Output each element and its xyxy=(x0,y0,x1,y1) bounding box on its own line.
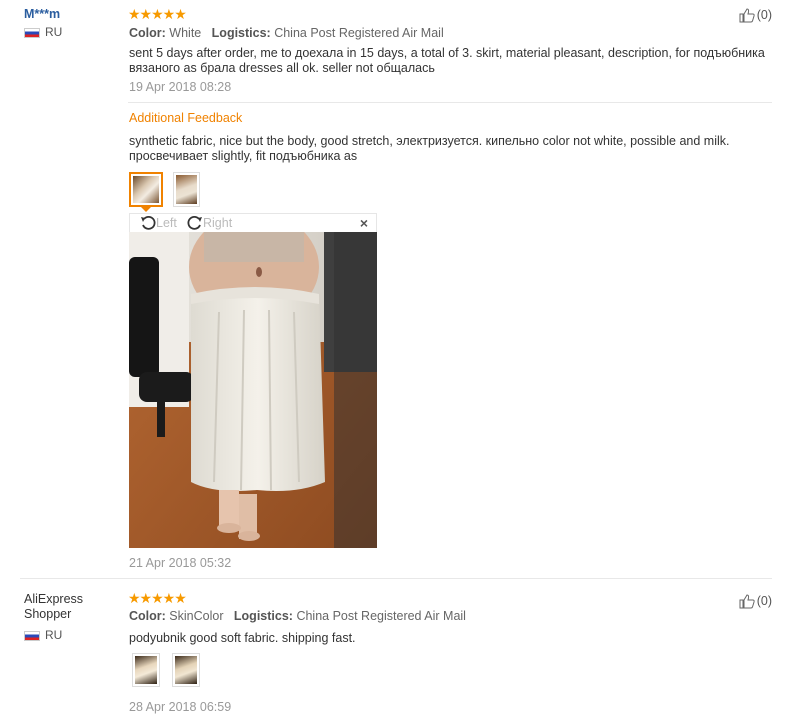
review-date: 28 Apr 2018 06:59 xyxy=(129,700,232,714)
review-meta: Color: SkinColor Logistics: China Post R… xyxy=(129,609,466,623)
review-text: sent 5 days after order, me to доехала i… xyxy=(129,46,765,75)
photo-thumbnail-image xyxy=(176,175,197,204)
color-value: SkinColor xyxy=(169,609,224,623)
country-code: RU xyxy=(45,25,63,39)
rotate-right-icon xyxy=(187,215,202,230)
reviewer-name-line-1: AliExpress xyxy=(24,592,84,606)
ru-flag-icon xyxy=(24,630,40,641)
helpful-count: (0) xyxy=(756,594,772,608)
close-viewer-button[interactable]: × xyxy=(360,215,368,231)
rotate-left-icon xyxy=(141,215,156,230)
helpful-button[interactable]: (0) xyxy=(739,593,772,609)
review-meta: Color: White Logistics: China Post Regis… xyxy=(129,26,444,40)
divider xyxy=(128,102,772,103)
reviewer-info: M***m RU xyxy=(24,7,62,40)
logistics-label: Logistics: xyxy=(211,26,271,40)
photo-thumbnail-image xyxy=(135,656,157,684)
color-label: Color: xyxy=(129,26,166,40)
review-photo-thumb-1[interactable] xyxy=(132,653,160,687)
reviewer-info: AliExpress Shopper RU xyxy=(24,592,83,643)
review-text: podyubnik good soft fabric. shipping fas… xyxy=(129,631,356,645)
reviewer-name-line-2: Shopper xyxy=(24,607,72,621)
review-photo-thumb-2[interactable] xyxy=(173,172,200,207)
country-code: RU xyxy=(45,628,63,642)
review-photo-image xyxy=(129,232,377,548)
ru-flag-icon xyxy=(24,27,40,38)
review-photo-enlarged xyxy=(129,232,377,548)
thumbs-up-icon xyxy=(739,8,755,23)
rotate-right-button[interactable]: Right xyxy=(187,215,232,231)
logistics-value: China Post Registered Air Mail xyxy=(296,609,466,623)
reviewer-country: RU xyxy=(24,25,62,40)
color-value: White xyxy=(169,26,202,40)
helpful-count: (0) xyxy=(756,8,772,22)
photo-thumbnail-image xyxy=(133,176,159,203)
logistics-label: Logistics: xyxy=(233,609,293,623)
review-date: 19 Apr 2018 08:28 xyxy=(129,80,232,94)
additional-feedback-date: 21 Apr 2018 05:32 xyxy=(129,556,232,570)
selected-caret xyxy=(141,207,151,212)
review-photo-thumb-1[interactable] xyxy=(129,172,163,207)
star-rating: ★★★★★ xyxy=(128,6,187,22)
rotate-left-button[interactable]: Left xyxy=(140,215,177,231)
reviewer-country: RU xyxy=(24,628,83,643)
additional-feedback-label: Additional Feedback xyxy=(129,111,243,125)
additional-feedback-text: synthetic fabric, nice but the body, goo… xyxy=(129,134,730,163)
reviewer-name: M***m xyxy=(24,7,61,21)
star-rating: ★★★★★ xyxy=(128,590,187,606)
review-photo-thumb-2[interactable] xyxy=(172,653,200,687)
review-separator xyxy=(20,578,772,579)
helpful-button[interactable]: (0) xyxy=(739,7,772,23)
logistics-value: China Post Registered Air Mail xyxy=(274,26,444,40)
color-label: Color: xyxy=(129,609,166,623)
photo-thumbnail-image xyxy=(175,656,197,684)
thumbs-up-icon xyxy=(739,594,755,609)
rotate-right-label: Right xyxy=(203,216,233,230)
photo-viewer-toolbar: Left Right × xyxy=(129,213,377,233)
rotate-left-label: Left xyxy=(156,216,177,230)
